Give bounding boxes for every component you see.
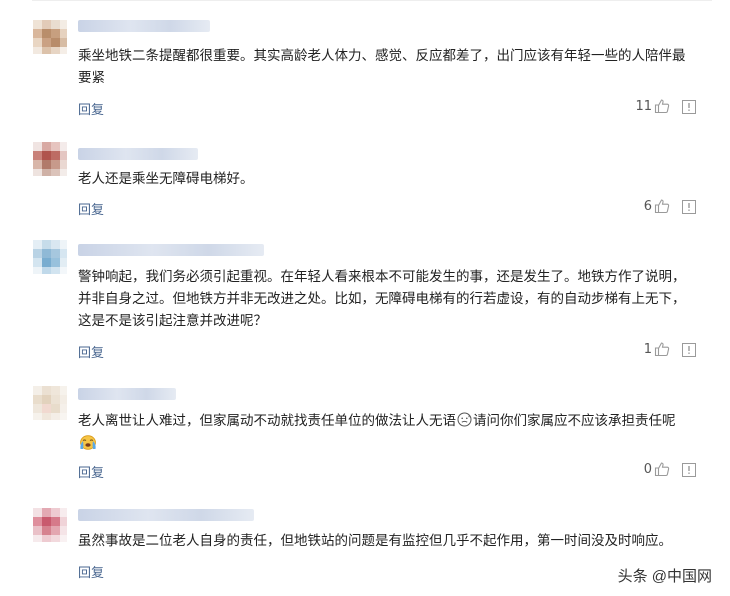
comment-text: 虽然事故是二位老人自身的责任，但地铁站的问题是有监控但几乎不起作用，第一时间没及… — [78, 533, 672, 549]
like-count: 11 — [635, 98, 652, 114]
reply-button[interactable]: 回复 — [78, 99, 104, 118]
reply-button[interactable]: 回复 — [78, 342, 104, 361]
user-name[interactable] — [78, 20, 210, 32]
reply-button[interactable]: 回复 — [78, 199, 104, 218]
comment-text: 警钟响起，我们务必须引起重视。在年轻人看来根本不可能发生的事，还是发生了。地铁方… — [78, 269, 686, 329]
user-name[interactable] — [78, 148, 198, 160]
comment-actions: 11 — [635, 98, 696, 114]
comment-text: 乘坐地铁二条提醒都很重要。其实高龄老人体力、感觉、反应都差了，出门应该有年轻一些… — [78, 48, 686, 86]
thumbs-up-icon[interactable] — [654, 98, 670, 114]
comment-text-part: 请问你们家属应不应该承担责任呢 — [473, 413, 676, 429]
comment-text-part: 老人离世让人难过，但家属动不动就找责任单位的做法让人无语 — [78, 413, 456, 429]
user-name[interactable] — [78, 388, 176, 400]
watermark: 头条 @中国网 — [617, 568, 712, 585]
comment-text: 老人还是乘坐无障碍电梯好。 — [78, 171, 254, 187]
like-count: 1 — [643, 341, 652, 357]
report-icon[interactable] — [682, 199, 696, 214]
user-name[interactable] — [78, 509, 254, 521]
report-icon[interactable] — [682, 462, 696, 477]
avatar[interactable] — [33, 508, 67, 542]
avatar[interactable] — [33, 20, 67, 54]
reply-button[interactable]: 回复 — [78, 462, 104, 481]
comment-actions: 1 — [644, 341, 696, 357]
report-icon[interactable] — [682, 99, 696, 114]
avatar[interactable] — [33, 142, 67, 176]
crying-emoji — [79, 434, 97, 450]
reply-button[interactable]: 回复 — [78, 562, 104, 581]
avatar[interactable] — [33, 240, 67, 274]
like-count: 6 — [643, 198, 652, 214]
like-count: 0 — [643, 461, 652, 477]
comment-actions: 0 — [644, 461, 696, 477]
thumbs-up-icon[interactable] — [654, 198, 670, 214]
comment-text: 老人离世让人难过，但家属动不动就找责任单位的做法让人无语 请问你们家属应不应该承担… — [78, 410, 698, 454]
thumbs-up-icon[interactable] — [654, 341, 670, 357]
user-name[interactable] — [78, 244, 264, 256]
top-divider — [32, 0, 712, 1]
report-icon[interactable] — [682, 342, 696, 357]
thumbs-up-icon[interactable] — [654, 461, 670, 477]
avatar[interactable] — [33, 386, 67, 420]
comment-actions: 6 — [644, 198, 696, 214]
sweat-emoji — [457, 412, 472, 427]
